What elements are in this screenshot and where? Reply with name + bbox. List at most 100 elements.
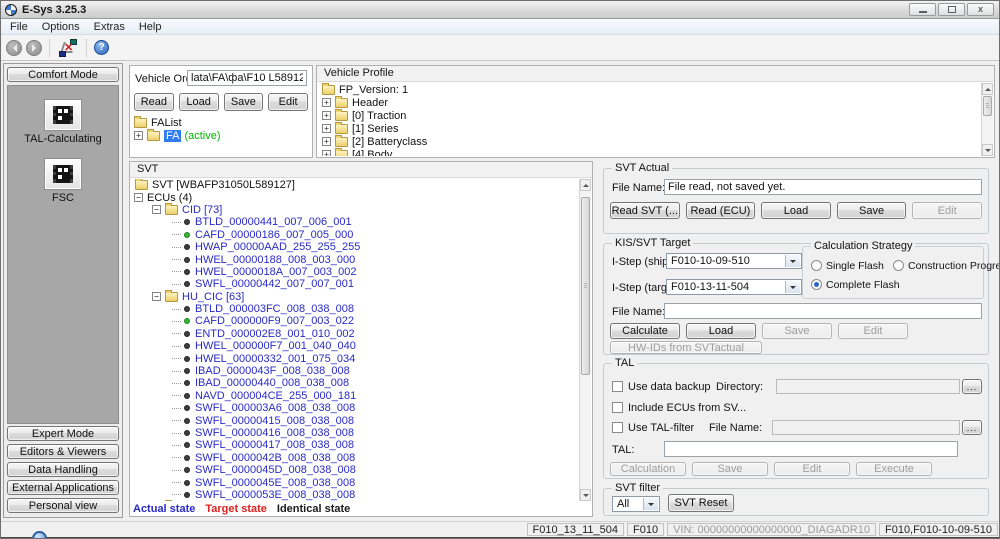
svt-entry[interactable]: SWFL_000003A6_008_038_008 <box>132 402 578 414</box>
maximize-button[interactable] <box>938 3 965 16</box>
radio-construction-progress[interactable] <box>893 260 904 271</box>
vehicle-order-read-button[interactable]: Read <box>134 93 174 111</box>
scroll-down-icon[interactable] <box>982 144 993 156</box>
minimize-button[interactable] <box>909 3 936 16</box>
svt-entry[interactable]: SWFL_0000045D_008_038_008 <box>132 464 578 476</box>
menu-item-file[interactable]: File <box>3 19 35 35</box>
expand-plus-icon[interactable]: + <box>134 131 143 140</box>
svt-entry[interactable]: SWFL_00000417_008_038_008 <box>132 439 578 451</box>
vp-tree-item-0-traction[interactable]: + [0] Traction <box>319 108 980 122</box>
use-data-backup-checkbox[interactable] <box>612 381 623 392</box>
close-button[interactable]: x <box>967 3 994 16</box>
forward-button[interactable] <box>26 39 42 56</box>
svt-actual-file-input[interactable] <box>664 179 982 195</box>
svt-root-node[interactable]: SVT [WBAFP31050L589127] <box>132 179 578 191</box>
svt-entry[interactable]: IBAD_00000440_008_038_008 <box>132 377 578 389</box>
kis-load-button[interactable]: Load <box>686 323 756 339</box>
expand-plus-icon[interactable]: + <box>322 111 331 120</box>
tree-label: IBAD_0000043F_008_038_008 <box>195 365 350 378</box>
scrollbar-thumb[interactable] <box>581 197 590 375</box>
collapse-minus-icon[interactable]: − <box>152 292 161 302</box>
svt-entry[interactable]: SWFL_0000053E_008_038_008 <box>132 489 578 501</box>
tal-filter-browse-button[interactable]: ... <box>962 420 982 435</box>
connection-button[interactable]: ✕ <box>57 38 79 58</box>
svt-entry[interactable]: CAFD_00000186_007_005_000 <box>132 229 578 241</box>
expand-plus-icon[interactable]: + <box>322 137 331 146</box>
external-applications-button[interactable]: External Applications <box>7 480 119 495</box>
scroll-up-icon[interactable] <box>580 179 591 191</box>
expand-plus-icon[interactable]: + <box>322 124 331 133</box>
kis-file-input[interactable] <box>664 303 982 319</box>
svt-actual-read-svt-button[interactable]: Read SVT (... <box>610 202 680 219</box>
svt-entry[interactable]: NAVD_000004CE_255_000_181 <box>132 390 578 402</box>
svt-entry[interactable]: IBAD_0000043F_008_038_008 <box>132 365 578 377</box>
vehicle-order-load-button[interactable]: Load <box>178 93 219 111</box>
personal-view-button[interactable]: Personal view <box>7 498 119 513</box>
svt-entry[interactable]: BTLD_000003FC_008_038_008 <box>132 303 578 315</box>
vehicle-profile-scrollbar[interactable] <box>981 83 993 156</box>
editors-viewers-button[interactable]: Editors & Viewers <box>7 444 119 459</box>
directory-browse-button[interactable]: ... <box>962 379 982 394</box>
scrollbar-thumb[interactable] <box>983 96 992 116</box>
vehicle-order-path-input[interactable] <box>187 70 307 86</box>
kis-calculate-button[interactable]: Calculate <box>610 323 680 339</box>
vp-tree-item-1-series[interactable]: + [1] Series <box>319 121 980 135</box>
svt-entry[interactable]: HWEL_00000332_001_075_034 <box>132 352 578 365</box>
svt-entry[interactable]: BTLD_00000441_007_006_001 <box>132 216 578 228</box>
tal-calculating-button[interactable] <box>44 99 82 131</box>
svt-entry[interactable]: SWFL_0000042B_008_038_008 <box>132 452 578 464</box>
svt-scrollbar[interactable] <box>579 179 591 501</box>
use-tal-filter-checkbox[interactable] <box>612 422 623 433</box>
back-button[interactable] <box>6 39 22 56</box>
svt-entry[interactable]: SWFL_00000415_008_038_008 <box>132 414 578 427</box>
ecus-node[interactable]: − ECUs (4) <box>132 191 578 204</box>
vp-tree-item-header[interactable]: + Header <box>319 95 980 109</box>
collapse-minus-icon[interactable]: − <box>134 193 143 203</box>
ecu-group-hu-cic-63[interactable]: − HU_CIC [63] <box>132 289 578 303</box>
vp-tree-item-2-batteryclass[interactable]: + [2] Batteryclass <box>319 134 980 148</box>
svt-entry[interactable]: SWFL_00000442_007_007_001 <box>132 278 578 290</box>
istep-shipment-dropdown[interactable]: F010-10-09-510 <box>666 253 802 269</box>
include-ecus-checkbox[interactable] <box>612 402 623 413</box>
help-button[interactable]: ? <box>94 40 109 55</box>
svt-actual-save-button[interactable]: Save <box>836 202 907 219</box>
svt-actual-load-button[interactable]: Load <box>761 202 831 219</box>
svt-entry[interactable]: CAFD_000000F9_007_003_022 <box>132 315 578 327</box>
svt-entry[interactable]: SWFL_00000416_008_038_008 <box>132 427 578 439</box>
istep-target-dropdown[interactable]: F010-13-11-504 <box>666 279 802 295</box>
svt-filter-dropdown[interactable]: All <box>612 496 660 512</box>
menu-item-help[interactable]: Help <box>132 19 169 35</box>
tool-label: TAL-Calculating <box>24 133 102 145</box>
svt-actual-read-ecu-button[interactable]: Read (ECU) <box>685 202 756 219</box>
svt-entry[interactable]: HWAP_00000AAD_255_255_255 <box>132 241 578 253</box>
radio-single-flash[interactable] <box>811 260 822 271</box>
svt-entry[interactable]: SWFL_0000045E_008_038_008 <box>132 476 578 489</box>
vp-tree-item-fp-version-1[interactable]: FP_Version: 1 <box>319 83 980 96</box>
tree-item-falist[interactable]: FAList <box>134 115 310 129</box>
expert-mode-button[interactable]: Expert Mode <box>7 426 119 441</box>
vp-tree-item-4-body[interactable]: + [4] Body <box>319 147 980 156</box>
scroll-down-icon[interactable] <box>580 489 591 501</box>
fsc-button[interactable] <box>44 158 82 190</box>
radio-complete-flash[interactable] <box>811 279 822 290</box>
vehicle-order-edit-button[interactable]: Edit <box>268 93 308 111</box>
scroll-up-icon[interactable] <box>982 83 993 95</box>
svt-entry[interactable]: HWEL_0000018A_007_003_002 <box>132 266 578 278</box>
expand-plus-icon[interactable]: + <box>322 98 331 107</box>
toolbar-separator <box>86 38 87 57</box>
vehicle-order-save-button[interactable]: Save <box>223 93 264 111</box>
ecu-group-cid-73[interactable]: − CID [73] <box>132 202 578 216</box>
collapse-minus-icon[interactable]: − <box>152 205 161 215</box>
expand-plus-icon[interactable]: + <box>322 150 331 156</box>
data-handling-button[interactable]: Data Handling <box>7 462 119 477</box>
tal-input[interactable] <box>664 441 958 457</box>
menu-item-extras[interactable]: Extras <box>87 19 132 35</box>
comfort-mode-button[interactable]: Comfort Mode <box>7 67 119 82</box>
tree-item-fa[interactable]: + FA (active) <box>134 128 310 142</box>
svt-entry[interactable]: HWEL_000000F7_001_040_040 <box>132 340 578 352</box>
svt-reset-button[interactable]: SVT Reset <box>668 494 734 512</box>
svt-entry[interactable]: ENTD_000002E8_001_010_002 <box>132 328 578 340</box>
state-icon <box>184 430 190 436</box>
svt-entry[interactable]: HWEL_00000188_008_003_000 <box>132 253 578 266</box>
menu-item-options[interactable]: Options <box>35 19 87 35</box>
